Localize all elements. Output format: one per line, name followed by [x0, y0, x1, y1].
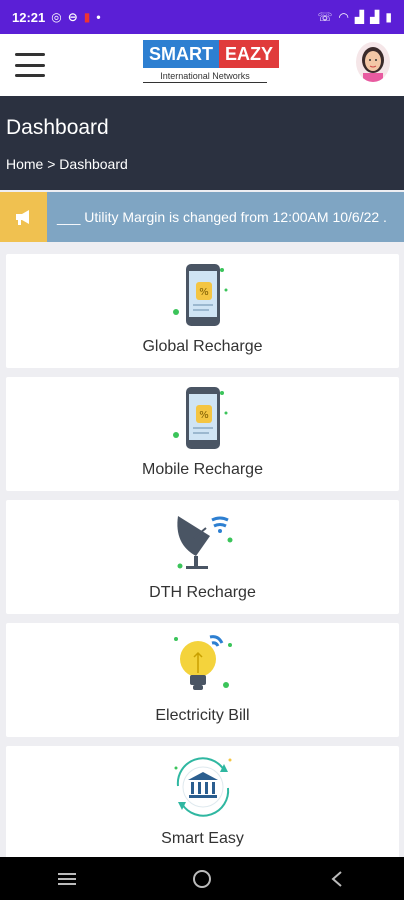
app-header: SMART EAZY International Networks: [0, 34, 404, 96]
service-label: Global Recharge: [142, 338, 263, 355]
svg-text:%: %: [199, 287, 209, 298]
recent-apps-icon: [58, 872, 77, 885]
ticker-text: ___ Utility Margin is changed from 12:00…: [57, 209, 387, 225]
signal-icon: ▟: [354, 10, 365, 24]
wifi-icon: ◠: [338, 10, 349, 24]
home-circle-icon: [192, 869, 211, 888]
home-button[interactable]: [172, 857, 232, 900]
dot-icon: •: [96, 10, 101, 24]
status-right: ☏ ◠ ▟ ▟ ▮: [317, 10, 392, 24]
announcement-ticker: ___ Utility Margin is changed from 12:00…: [0, 192, 404, 242]
status-time: 12:21: [12, 9, 46, 25]
service-label: Electricity Bill: [155, 707, 250, 724]
phone-percent-icon: %: [168, 383, 238, 453]
logo-smart-text: SMART: [143, 40, 219, 68]
whatsapp-icon: ◎: [51, 10, 62, 24]
page-title: Dashboard: [6, 116, 109, 139]
back-chevron-icon: [331, 870, 342, 887]
service-label: DTH Recharge: [149, 584, 256, 601]
dashboard-header: Dashboard Home > Dashboard: [0, 96, 404, 190]
service-card-mobile-recharge[interactable]: % Mobile Recharge: [6, 377, 399, 491]
avatar[interactable]: [356, 42, 390, 82]
service-card-smart-easy[interactable]: Smart Easy: [6, 746, 399, 860]
svg-text:%: %: [199, 410, 209, 421]
signal-2-icon: ▟: [370, 10, 380, 24]
service-label: Smart Easy: [161, 830, 244, 847]
dnd-icon: ⊖: [67, 10, 78, 24]
service-card-global-recharge[interactable]: % Global Recharge: [6, 254, 399, 368]
recent-apps-button[interactable]: [37, 857, 97, 900]
app-notification-icon: ▮: [83, 10, 91, 24]
service-card-electricity-bill[interactable]: Electricity Bill: [6, 623, 399, 737]
logo-eazy-text: EAZY: [219, 40, 280, 68]
status-bar: 12:21 ◎ ⊖ ▮ • ☏ ◠ ▟ ▟ ▮: [0, 0, 404, 34]
hamburger-menu-icon[interactable]: [15, 53, 45, 77]
megaphone-icon: [0, 192, 47, 242]
back-button[interactable]: [307, 857, 367, 900]
satellite-dish-icon: [168, 506, 238, 576]
battery-icon: ▮: [385, 10, 392, 24]
lightbulb-icon: [168, 629, 238, 699]
service-label: Mobile Recharge: [142, 461, 263, 478]
logo-subtitle: International Networks: [143, 71, 267, 83]
breadcrumb: Home > Dashboard: [6, 156, 128, 172]
bank-icon: [168, 752, 238, 822]
system-nav-bar: [0, 857, 404, 900]
phone-percent-icon: %: [168, 260, 238, 330]
volte-icon: ☏: [317, 10, 333, 24]
brand-logo[interactable]: SMART EAZY International Networks: [143, 40, 280, 88]
service-card-dth-recharge[interactable]: DTH Recharge: [6, 500, 399, 614]
status-left: 12:21 ◎ ⊖ ▮ •: [12, 10, 101, 25]
